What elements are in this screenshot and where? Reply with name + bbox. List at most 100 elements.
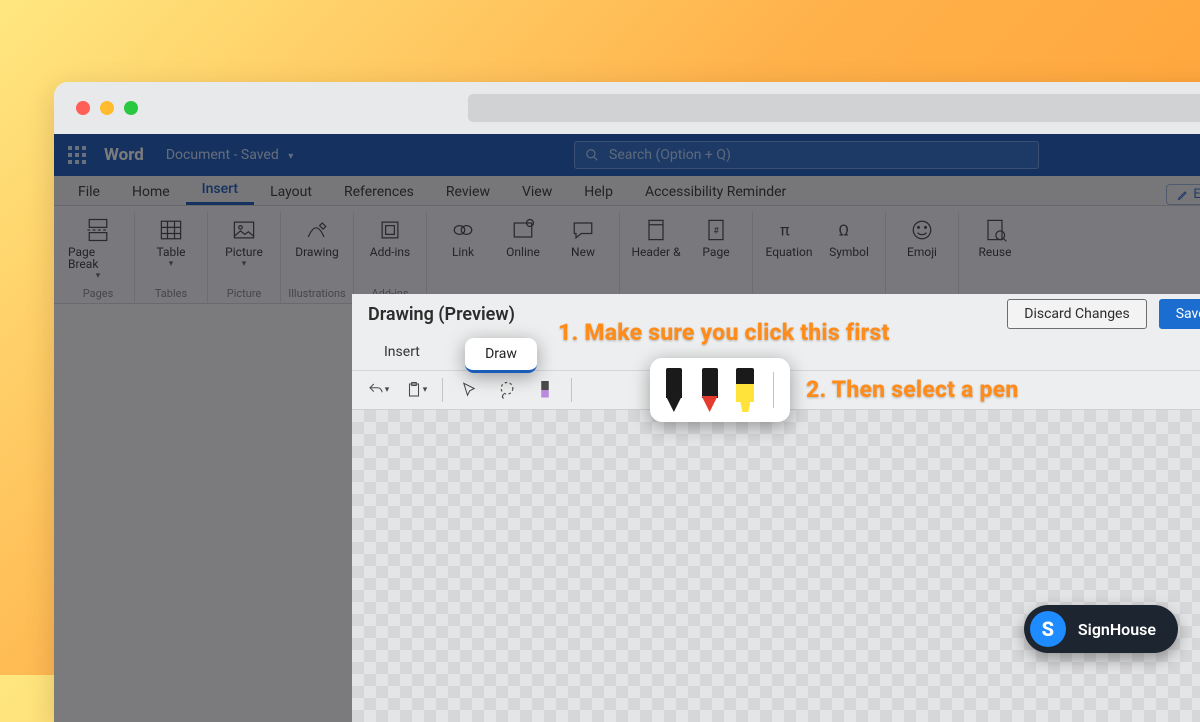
- app-launcher-icon[interactable]: [68, 146, 86, 164]
- highlight-draw-tab[interactable]: Draw: [465, 338, 537, 373]
- group-label-tables: Tables: [155, 287, 187, 304]
- window-close-dot[interactable]: [76, 101, 90, 115]
- divider: [773, 372, 774, 408]
- reuse-button[interactable]: Reuse: [965, 212, 1025, 258]
- pen-black[interactable]: [662, 368, 686, 412]
- page-number-label: Page: [702, 246, 729, 258]
- link-button[interactable]: Link: [433, 212, 493, 258]
- lasso-icon: [497, 380, 517, 400]
- picture-icon: [229, 216, 259, 244]
- brand-logo: S: [1030, 611, 1066, 647]
- divider: [571, 378, 572, 402]
- brand-watermark[interactable]: S SignHouse: [1024, 605, 1178, 653]
- equation-label: Equation: [766, 246, 813, 258]
- search-icon: [585, 148, 599, 162]
- symbol-button[interactable]: Ω Symbol: [819, 212, 879, 258]
- window-zoom-dot[interactable]: [124, 101, 138, 115]
- ribbon-tabs: File Home Insert Layout References Revie…: [54, 176, 1200, 206]
- online-video-button[interactable]: Online: [493, 212, 553, 258]
- group-addins: Add-ins Add-ins: [354, 212, 427, 304]
- group-emoji: Emoji: [886, 212, 959, 304]
- browser-urlbar[interactable]: [468, 94, 1200, 122]
- annotation-step-2: 2. Then select a pen: [806, 376, 1019, 403]
- reuse-icon: [980, 216, 1010, 244]
- pencil-icon: [1177, 189, 1189, 201]
- window-minimize-dot[interactable]: [100, 101, 114, 115]
- svg-text:Ω: Ω: [839, 220, 849, 239]
- new-comment-button[interactable]: New: [553, 212, 613, 258]
- tab-accessibility[interactable]: Accessibility Reminder: [629, 178, 802, 205]
- eraser-icon: [536, 379, 554, 401]
- tab-view[interactable]: View: [506, 178, 568, 205]
- page-number-button[interactable]: # Page: [686, 212, 746, 258]
- discard-changes-button[interactable]: Discard Changes: [1007, 299, 1146, 329]
- search-placeholder: Search (Option + Q): [609, 147, 731, 163]
- table-label: Table: [156, 246, 185, 258]
- tab-references[interactable]: References: [328, 178, 430, 205]
- online-video-label: Online: [506, 246, 540, 258]
- editing-mode-button[interactable]: Editing: [1166, 184, 1200, 205]
- equation-icon: π: [774, 216, 804, 244]
- page-break-icon: [83, 216, 113, 244]
- header-label: Header &: [631, 246, 680, 258]
- app-name: Word: [104, 145, 144, 165]
- chevron-down-icon: ▾: [242, 259, 247, 269]
- picture-label: Picture: [225, 246, 263, 258]
- search-box[interactable]: Search (Option + Q): [574, 141, 1039, 169]
- tab-help[interactable]: Help: [568, 178, 629, 205]
- insert-toolbar: Page Break ▾ Pages Table ▾ Tables Pictur: [54, 206, 1200, 304]
- symbol-label: Symbol: [829, 246, 869, 258]
- clipboard-icon: [405, 381, 423, 399]
- group-pages: Page Break ▾ Pages: [62, 212, 135, 304]
- drawing-button[interactable]: Drawing: [287, 212, 347, 258]
- highlighter-yellow[interactable]: [733, 368, 757, 412]
- paste-button[interactable]: ▾: [400, 375, 432, 405]
- group-symbols: π Equation Ω Symbol: [753, 212, 886, 304]
- page-break-label: Page Break: [68, 246, 128, 270]
- link-icon: [448, 216, 478, 244]
- tab-review[interactable]: Review: [430, 178, 506, 205]
- drawing-canvas[interactable]: [352, 410, 1200, 722]
- browser-chrome: [54, 82, 1200, 134]
- draw-tab-label: Draw: [485, 346, 517, 362]
- editing-mode-label: Editing: [1193, 187, 1200, 202]
- tab-layout[interactable]: Layout: [254, 178, 328, 205]
- app-ribbon: Word Document - Saved ▾ Search (Option +…: [54, 134, 1200, 176]
- document-title[interactable]: Document - Saved ▾: [166, 147, 293, 163]
- emoji-button[interactable]: Emoji: [892, 212, 952, 258]
- comment-icon: [568, 216, 598, 244]
- svg-text:π: π: [780, 220, 790, 239]
- highlight-pen-group: [650, 358, 790, 422]
- group-reuse: Reuse: [959, 212, 1031, 304]
- page-number-icon: #: [701, 216, 731, 244]
- group-picture: Picture ▾ Picture: [208, 212, 281, 304]
- page-break-button[interactable]: Page Break ▾: [68, 212, 128, 281]
- link-label: Link: [452, 246, 474, 258]
- group-label-illustrations: Illustrations: [288, 287, 345, 304]
- header-button[interactable]: Header &: [626, 212, 686, 258]
- annotation-step-1: 1. Make sure you click this first: [558, 319, 890, 346]
- emoji-label: Emoji: [907, 246, 937, 258]
- equation-button[interactable]: π Equation: [759, 212, 819, 258]
- select-tool[interactable]: [453, 375, 485, 405]
- tab-insert[interactable]: Insert: [186, 175, 254, 205]
- picture-button[interactable]: Picture ▾: [214, 212, 274, 269]
- tab-file[interactable]: File: [62, 178, 116, 205]
- drawing-tab-insert[interactable]: Insert: [368, 338, 436, 366]
- document-title-text: Document - Saved: [166, 147, 279, 163]
- save-and-close-button[interactable]: Save and Close: [1159, 299, 1200, 329]
- lasso-tool[interactable]: [491, 375, 523, 405]
- reuse-label: Reuse: [979, 246, 1012, 258]
- drawing-title: Drawing (Preview): [368, 304, 515, 325]
- undo-button[interactable]: ▾: [362, 375, 394, 405]
- group-illustrations: Drawing Illustrations: [281, 212, 354, 304]
- brand-name: SignHouse: [1078, 620, 1156, 639]
- group-label-picture: Picture: [227, 287, 262, 304]
- table-button[interactable]: Table ▾: [141, 212, 201, 269]
- tab-home[interactable]: Home: [116, 178, 186, 205]
- cursor-icon: [460, 381, 478, 399]
- new-comment-label: New: [571, 246, 595, 258]
- addins-button[interactable]: Add-ins: [360, 212, 420, 258]
- eraser-tool[interactable]: [529, 375, 561, 405]
- pen-red[interactable]: [698, 368, 722, 412]
